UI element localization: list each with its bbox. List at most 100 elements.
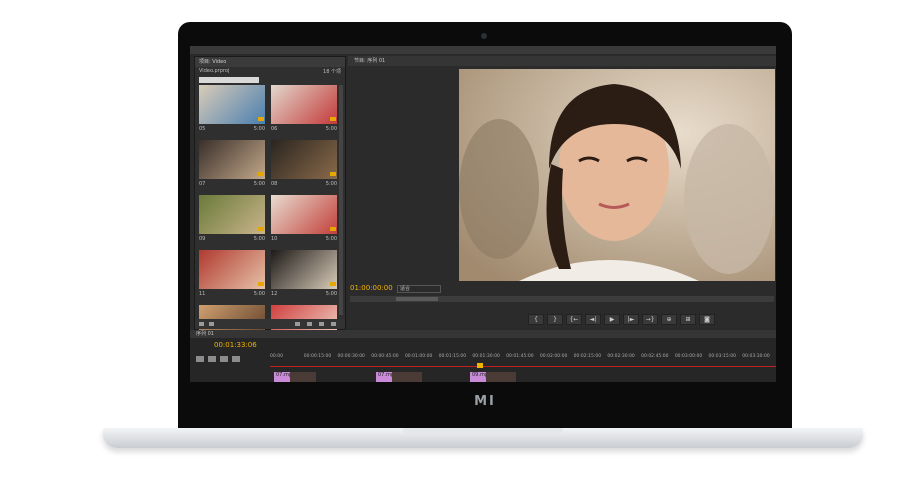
ruler-tick-label: 00:02:15:00 <box>573 354 602 359</box>
clip-name: 05 <box>199 126 206 132</box>
lift-button[interactable]: ⊕ <box>661 314 677 325</box>
ruler-tick-label: 00:03:15:00 <box>708 354 736 359</box>
transport-controls: { } {← ◄| ▶ |► →} ⊕ ⊞ ◙ <box>528 314 715 325</box>
new-item-icon[interactable] <box>307 322 312 326</box>
video-frame-image <box>459 69 775 281</box>
clip-preview <box>271 195 337 234</box>
icon-view-icon[interactable] <box>209 322 214 326</box>
timeline-timecode[interactable]: 00:01:33:06 <box>214 341 257 349</box>
program-timecode[interactable]: 01:00:00:00 <box>350 284 393 292</box>
video-badge-icon <box>258 282 264 286</box>
program-scrub-bar[interactable] <box>350 296 774 302</box>
clip-caption: 12 5:00 <box>271 289 337 299</box>
screen: 项目: Video Video.prproj 18 个项 05 5:00 06 5:0… <box>190 46 776 382</box>
program-monitor: 节目: 序列 01 01:00:00:00 适合 {} {← ◄| ▶ |► … <box>348 56 776 328</box>
clip-caption: 07 5:00 <box>199 179 265 189</box>
clip-preview <box>271 140 337 179</box>
step-back-button[interactable]: ◄| <box>585 314 601 325</box>
mark-out-button[interactable]: } <box>547 314 563 325</box>
clip-caption: 10 5:00 <box>271 234 337 244</box>
project-panel: 项目: Video Video.prproj 18 个项 05 5:00 06 5:0… <box>194 56 346 352</box>
wrench-icon[interactable] <box>232 356 240 362</box>
clip-thumbnail[interactable]: 12 5:00 <box>271 250 337 300</box>
ruler-tick-label: 00:03:00:00 <box>674 354 703 359</box>
clip-caption: 06 5:00 <box>271 124 337 134</box>
play-button[interactable]: ▶ <box>604 314 620 325</box>
project-toolbar <box>195 319 345 329</box>
clip-duration: 5:00 <box>253 291 265 297</box>
new-bin-icon[interactable] <box>295 322 300 326</box>
clip-thumbnail[interactable]: 08 5:00 <box>271 140 337 190</box>
ruler-tick-label: 00:02:30:00 <box>607 354 635 359</box>
clip-preview <box>199 250 265 289</box>
clip-thumbnail[interactable]: 10 5:00 <box>271 195 337 245</box>
render-bar <box>270 366 776 367</box>
video-badge-icon <box>330 172 336 176</box>
ruler-tick-label: 00:03:30:00 <box>742 354 770 359</box>
project-item-count: 18 个项 <box>323 69 341 75</box>
project-search-input[interactable] <box>199 77 259 83</box>
clip-preview <box>199 85 265 124</box>
clip-name: 07 <box>199 181 206 187</box>
step-forward-button[interactable]: |► <box>623 314 639 325</box>
timeline-clip[interactable]: 09.mp4 <box>470 372 516 382</box>
clip-thumbnail[interactable]: 07 5:00 <box>199 140 265 190</box>
fit-dropdown[interactable]: 适合 <box>397 285 441 293</box>
laptop-base <box>103 428 863 448</box>
clip-name: 11 <box>199 291 206 297</box>
clip-thumbnail[interactable]: 05 5:00 <box>199 85 265 135</box>
scrub-handle[interactable] <box>396 297 438 301</box>
clip-duration: 5:00 <box>253 126 265 132</box>
link-icon[interactable] <box>208 356 216 362</box>
video-badge-icon <box>330 227 336 231</box>
video-badge-icon <box>258 227 264 231</box>
timeline-clip[interactable]: 07.mp4 <box>376 372 422 382</box>
ruler-tick-label: 00:02:00:00 <box>539 354 568 359</box>
clip-preview <box>271 250 337 289</box>
list-view-icon[interactable] <box>199 322 204 326</box>
mark-in-button[interactable]: { <box>528 314 544 325</box>
project-file-name: Video.prproj <box>199 68 230 74</box>
marker-icon[interactable] <box>220 356 228 362</box>
export-frame-button[interactable]: ◙ <box>699 314 715 325</box>
extract-button[interactable]: ⊞ <box>680 314 696 325</box>
video-badge-icon <box>258 117 264 121</box>
clip-caption: 09 5:00 <box>199 234 265 244</box>
ruler-tick-label: 00:00:15:00 <box>303 354 332 359</box>
clip-duration: 5:00 <box>253 181 265 187</box>
project-file-row: Video.prproj 18 个项 <box>195 67 345 76</box>
clip-thumbnail[interactable]: 11 5:00 <box>199 250 265 300</box>
project-scrollbar[interactable] <box>339 85 343 315</box>
clip-preview <box>199 195 265 234</box>
clip-caption: 11 5:00 <box>199 289 265 299</box>
video-badge-icon <box>258 172 264 176</box>
clip-thumbnail[interactable]: 09 5:00 <box>199 195 265 245</box>
timeline-panel: 序列 01 00:01:33:06 00:00 00:00:15:00 00:00:… <box>190 330 776 382</box>
ruler-tick-label: 00:01:45:00 <box>506 354 534 359</box>
webcam <box>481 33 487 39</box>
playhead[interactable] <box>477 363 483 368</box>
laptop-lid: 项目: Video Video.prproj 18 个项 05 5:00 06 5:0… <box>178 22 792 430</box>
clip-duration: 5:00 <box>325 236 337 242</box>
go-to-out-button[interactable]: →} <box>642 314 658 325</box>
video-badge-icon <box>330 282 336 286</box>
brand-logo: MI <box>474 394 496 409</box>
go-to-in-button[interactable]: {← <box>566 314 582 325</box>
ruler-tick-label: 00:01:15:00 <box>438 354 467 359</box>
clip-name: 10 <box>271 236 278 242</box>
trash-icon[interactable] <box>331 322 336 326</box>
clip-name: 12 <box>271 291 278 297</box>
clip-caption: 05 5:00 <box>199 124 265 134</box>
timeline-tab[interactable]: 序列 01 <box>190 330 776 338</box>
video-badge-icon <box>330 117 336 121</box>
search-icon[interactable] <box>319 322 324 326</box>
clip-name: 08 <box>271 181 278 187</box>
time-ruler[interactable]: 00:00 00:00:15:00 00:00:30:00 00:00:45:00 00… <box>270 354 776 364</box>
clip-grid: 05 5:00 06 5:00 07 5:00 08 5:00 09 5:00 10 5:00 11 5:… <box>199 85 339 355</box>
snap-icon[interactable] <box>196 356 204 362</box>
program-monitor-tab[interactable]: 节目: 序列 01 <box>348 56 776 66</box>
ruler-tick-label: 00:00 <box>270 354 283 359</box>
clip-thumbnail[interactable]: 06 5:00 <box>271 85 337 135</box>
project-panel-tab[interactable]: 项目: Video <box>195 57 345 67</box>
timeline-clip[interactable]: 07.mp4 <box>274 372 316 382</box>
